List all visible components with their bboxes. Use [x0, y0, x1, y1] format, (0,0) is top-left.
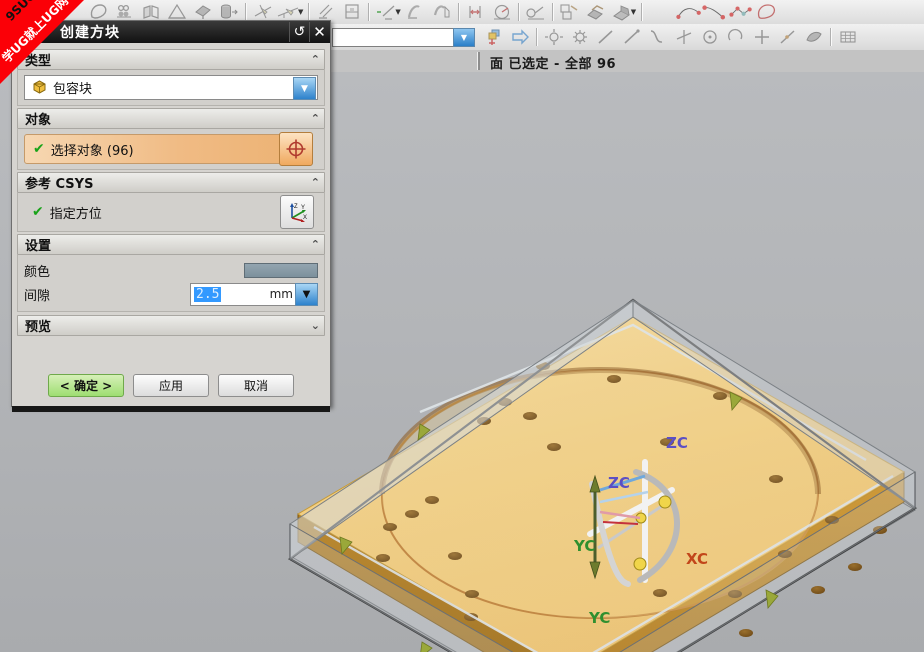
csys-triad-icon[interactable]: Z Y X: [280, 195, 314, 229]
selection-type-filter[interactable]: [332, 27, 454, 47]
section-header-csys[interactable]: 参考 CSYS ⌃: [17, 172, 325, 193]
toolbar-separator: [368, 3, 371, 21]
mirror-component-icon[interactable]: [609, 1, 635, 23]
section-label-object: 对象: [25, 113, 52, 128]
move-component-icon[interactable]: [583, 1, 609, 23]
isocline-icon[interactable]: [429, 1, 455, 23]
color-row: 颜色: [24, 259, 318, 281]
axis-label-yc-large: YC: [588, 609, 610, 627]
add-component-icon[interactable]: [557, 1, 583, 23]
chevron-up-icon[interactable]: ⌃: [311, 176, 320, 189]
spline-through-points-icon[interactable]: [676, 1, 702, 23]
toolbar-separator: [830, 28, 832, 46]
color-label: 颜色: [24, 264, 51, 280]
color-swatch[interactable]: [244, 262, 318, 278]
toolbar-separator: [536, 28, 538, 46]
dialog-body: 类型 ⌃ 包容块 ▼ 对象 ⌃ ✔ 选择对象 (96) 参考 CSYS ⌃ ✔ …: [12, 43, 330, 336]
axis-label-zc-large: ZC: [666, 434, 688, 452]
bridge-curve-icon[interactable]: [403, 1, 429, 23]
toolbar-separator: [457, 3, 460, 21]
status-divider: [477, 52, 480, 70]
select-object-label: 选择对象 (96): [50, 143, 134, 159]
bounding-box-wireframe: [288, 298, 917, 652]
gap-label: 间隙: [24, 288, 51, 304]
section-header-settings[interactable]: 设置 ⌃: [17, 234, 325, 255]
axis-label-yc-small: YC: [573, 537, 595, 555]
measure-distance-icon[interactable]: [463, 1, 489, 23]
check-icon: ✔: [32, 204, 44, 220]
move-object-icon[interactable]: [541, 26, 567, 48]
reset-button[interactable]: ↺: [289, 22, 309, 42]
section-panel-object: ✔ 选择对象 (96): [17, 129, 325, 170]
select-object-icon[interactable]: [279, 132, 313, 166]
section-label-settings: 设置: [25, 239, 52, 254]
transform-object-icon[interactable]: [567, 26, 593, 48]
assembly-constraint-icon[interactable]: [523, 1, 549, 23]
type-select-dropdown-icon[interactable]: ▼: [293, 77, 316, 100]
axis-label-zc-small: ZC: [608, 474, 630, 492]
section-panel-csys: ✔ 指定方位 Z Y X: [17, 193, 325, 232]
section-header-object[interactable]: 对象 ⌃: [17, 108, 325, 129]
chevron-up-icon[interactable]: ⌃: [311, 53, 320, 66]
chevron-up-icon[interactable]: ⌃: [311, 112, 320, 125]
measure-angle-icon[interactable]: [489, 1, 515, 23]
gap-unit-label: mm: [269, 287, 293, 301]
toolbar-separator: [308, 3, 311, 21]
specify-orientation-row[interactable]: ✔ 指定方位 Z Y X: [24, 195, 314, 229]
spline-curve-icon[interactable]: [645, 26, 671, 48]
circle-icon[interactable]: [697, 26, 723, 48]
svg-text:Y: Y: [301, 205, 305, 211]
divide-curve-icon[interactable]: [775, 26, 801, 48]
gap-dropdown-icon[interactable]: ▼: [295, 282, 318, 306]
toolbar-separator: [551, 3, 554, 21]
section-panel-settings: 颜色 间隙 2.5 mm ▼: [17, 255, 325, 312]
datum-axis-line-icon[interactable]: [671, 26, 697, 48]
line-point-icon[interactable]: [619, 26, 645, 48]
specify-orientation-label: 指定方位: [49, 206, 102, 222]
offset-surface-icon[interactable]: [801, 26, 827, 48]
axis-label-xc: XC: [686, 550, 708, 568]
close-icon[interactable]: ✕: [309, 22, 329, 42]
toolbar-separator: [641, 3, 644, 21]
selection-type-filter-dropdown[interactable]: ▼: [453, 27, 475, 47]
dialog-footer: < 确定 > 应用 取消: [12, 364, 330, 406]
text-curve-icon[interactable]: [754, 1, 780, 23]
check-icon: ✔: [33, 141, 45, 157]
section-label-preview: 预览: [25, 320, 52, 335]
section-label-csys: 参考 CSYS: [25, 177, 94, 192]
selection-filter-icon[interactable]: [481, 26, 507, 48]
chevron-up-icon[interactable]: ⌃: [311, 238, 320, 251]
offset-curve-icon[interactable]: [339, 1, 365, 23]
helix-icon[interactable]: [702, 1, 728, 23]
grid-icon[interactable]: [835, 26, 861, 48]
gap-input-value: 2.5: [194, 286, 222, 302]
section-header-preview[interactable]: 预览 ⌄: [17, 315, 325, 336]
svg-text:Z: Z: [294, 204, 298, 210]
project-curve-icon[interactable]: [373, 1, 399, 23]
svg-text:X: X: [303, 215, 307, 221]
arc-icon[interactable]: [723, 26, 749, 48]
cancel-button[interactable]: 取消: [218, 373, 294, 397]
law-curve-icon[interactable]: [728, 1, 754, 23]
toolbar-separator: [245, 3, 247, 21]
apply-button[interactable]: 应用: [133, 373, 209, 397]
point-cross-icon[interactable]: [749, 26, 775, 48]
selection-status-text: 面 已选定 - 全部 96: [490, 57, 617, 72]
line-icon[interactable]: [593, 26, 619, 48]
watermark-banner: 9SUG 学UG就上UG网: [0, 0, 84, 84]
dialog-bottom-shadow: [12, 406, 330, 412]
chevron-down-icon[interactable]: ⌄: [311, 319, 320, 332]
ok-button[interactable]: < 确定 >: [48, 373, 124, 397]
toolbar-separator: [517, 3, 520, 21]
next-step-arrow-icon[interactable]: [507, 26, 533, 48]
gap-row: 间隙 2.5 mm ▼: [24, 282, 318, 306]
select-object-row[interactable]: ✔ 选择对象 (96): [24, 132, 313, 166]
gap-input[interactable]: 2.5 mm ▼: [190, 282, 318, 306]
